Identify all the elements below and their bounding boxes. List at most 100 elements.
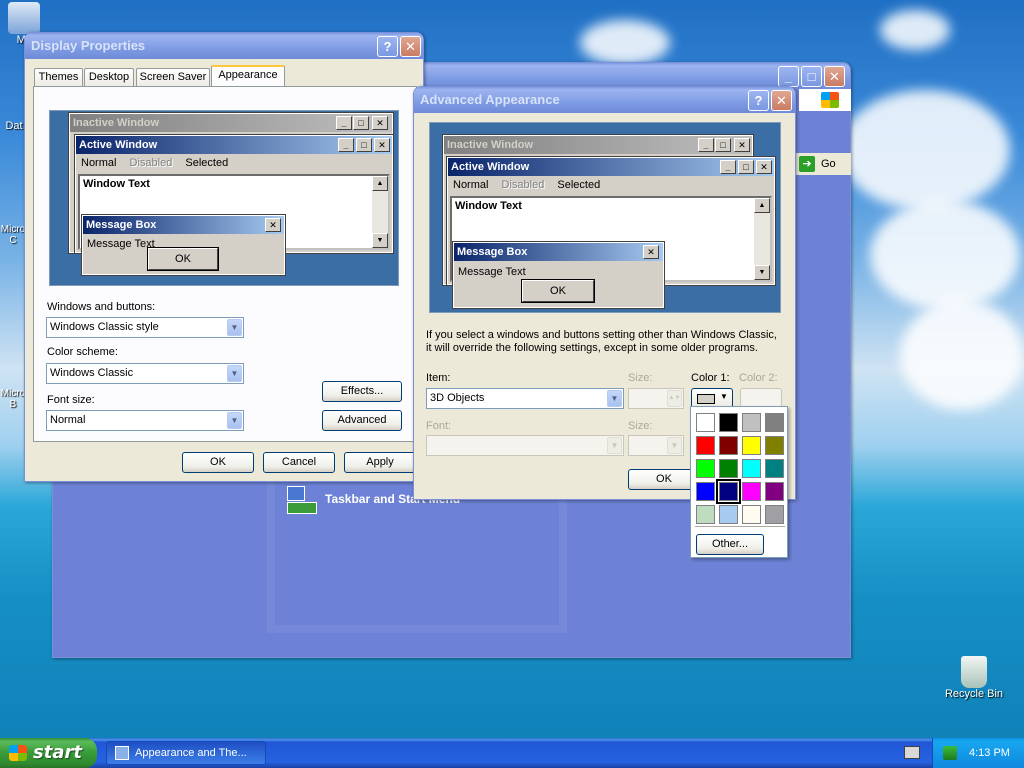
windows-logo-area (799, 89, 851, 111)
font-size-dropdown[interactable]: Normal ▼ (46, 410, 244, 431)
item-dropdown[interactable]: 3D Objects ▼ (426, 388, 624, 409)
desktop-icon-micro-c[interactable]: Micro C (0, 202, 26, 257)
cloud (900, 300, 1024, 410)
preview-message-box: Message Box ✕ Message Text OK (81, 214, 286, 276)
go-button[interactable]: ➔ Go (795, 153, 851, 175)
color-swatch[interactable] (719, 505, 738, 524)
color-swatch[interactable] (719, 436, 738, 455)
color-swatch[interactable] (696, 436, 715, 455)
color-swatch[interactable] (716, 479, 741, 504)
chevron-down-icon: ▼ (667, 437, 682, 454)
go-arrow-icon: ➔ (799, 156, 815, 172)
ok-button[interactable]: OK (182, 452, 254, 473)
font-size-label: Font size: (47, 394, 95, 406)
font-size-label: Size: (628, 420, 653, 432)
display-properties-window[interactable]: Display Properties ? ✕ Themes Desktop Sc… (24, 32, 424, 482)
effects-button[interactable]: Effects... (322, 381, 402, 402)
close-button[interactable]: ✕ (771, 90, 792, 111)
cloud (580, 20, 670, 65)
advanced-preview: Inactive Window _ □ ✕ Active Window _ □ … (429, 122, 781, 313)
maximize-button[interactable]: □ (801, 66, 822, 87)
info-text-line2: it will override the following settings,… (426, 342, 758, 354)
color-swatch[interactable] (742, 482, 761, 501)
cloud (880, 10, 950, 50)
windows-buttons-dropdown[interactable]: Windows Classic style ▼ (46, 317, 244, 338)
spinner-arrows-icon: ▲▼ (667, 390, 682, 407)
taskbar-button-label: Appearance and The... (135, 747, 247, 759)
desktop-icon-label: Micro C (0, 224, 26, 246)
close-button[interactable]: ✕ (400, 36, 421, 57)
tab-desktop[interactable]: Desktop (84, 68, 134, 86)
color-swatch[interactable] (765, 482, 784, 501)
window-title: Display Properties (31, 38, 146, 53)
color-swatch[interactable] (742, 459, 761, 478)
window-title: Advanced Appearance (420, 92, 560, 107)
tab-screen-saver[interactable]: Screen Saver (136, 68, 210, 86)
other-colors-button[interactable]: Other... (696, 534, 764, 555)
windows-buttons-label: Windows and buttons: (47, 301, 156, 313)
system-tray: 4:13 PM (932, 738, 1024, 768)
color-scheme-label: Color scheme: (47, 346, 118, 358)
item-label: Item: (426, 372, 451, 384)
advanced-button[interactable]: Advanced (322, 410, 402, 431)
color-swatch[interactable] (765, 413, 784, 432)
tab-themes[interactable]: Themes (34, 68, 83, 86)
computer-icon (8, 2, 40, 34)
minimize-button[interactable]: _ (778, 66, 799, 87)
font-label: Font: (426, 420, 452, 432)
start-label: start (33, 742, 82, 763)
chevron-down-icon: ▼ (607, 390, 622, 407)
color1-label: Color 1: (691, 372, 730, 384)
color-swatch[interactable] (719, 413, 738, 432)
size-spinner[interactable]: ▲▼ (628, 388, 684, 409)
clock[interactable]: 4:13 PM (969, 747, 1010, 759)
color-swatch[interactable] (696, 482, 715, 501)
advanced-appearance-titlebar[interactable]: Advanced Appearance ? ✕ (414, 87, 795, 113)
windows-logo-icon (821, 92, 839, 108)
color-swatch[interactable] (696, 505, 715, 524)
cloud (840, 90, 1010, 210)
chevron-down-icon: ▼ (227, 319, 242, 336)
size-label: Size: (628, 372, 653, 384)
color2-label: Color 2: (739, 372, 778, 384)
taskbar-button-appearance[interactable]: Appearance and The... (106, 741, 266, 765)
chevron-down-icon: ▼ (720, 392, 728, 401)
desktop-icon-label: Recycle Bin (944, 688, 1004, 700)
color-swatch[interactable] (742, 413, 761, 432)
desktop-icon-label: Dat (5, 120, 23, 132)
color-swatch[interactable] (742, 436, 761, 455)
desktop-icon-recycle-bin[interactable]: Recycle Bin (940, 656, 1008, 700)
color1-swatch (697, 394, 715, 404)
recycle-bin-icon (961, 656, 987, 688)
preview-inactive-title: Inactive Window _ □ ✕ (70, 114, 392, 132)
windows-flag-icon (9, 745, 27, 761)
close-button[interactable]: ✕ (824, 66, 845, 87)
help-button[interactable]: ? (748, 90, 769, 111)
desktop-icon-dat[interactable]: Dat (2, 120, 26, 132)
color-swatch[interactable] (719, 459, 738, 478)
preview-message-box: Message Box ✕ Message Text OK (452, 241, 665, 309)
chevron-down-icon: ▼ (607, 437, 622, 454)
color-swatch[interactable] (765, 436, 784, 455)
display-properties-titlebar[interactable]: Display Properties ? ✕ (25, 33, 423, 59)
apply-button[interactable]: Apply (344, 452, 416, 473)
font-size-dropdown[interactable]: ▼ (628, 435, 684, 456)
keyboard-icon[interactable] (904, 746, 920, 759)
color-swatch[interactable] (765, 505, 784, 524)
color-swatch[interactable] (765, 459, 784, 478)
tab-appearance[interactable]: Appearance (211, 65, 285, 86)
color-swatch[interactable] (742, 505, 761, 524)
color-picker-popup[interactable]: Other... (690, 406, 788, 558)
help-button[interactable]: ? (377, 36, 398, 57)
color-swatch[interactable] (696, 459, 715, 478)
cancel-button[interactable]: Cancel (263, 452, 335, 473)
desktop-icon-micro-b[interactable]: Micro B (0, 366, 26, 421)
divider (695, 526, 785, 527)
start-button[interactable]: start (0, 738, 97, 768)
preview-menu: Normal Disabled Selected (81, 157, 229, 169)
chevron-down-icon: ▼ (227, 412, 242, 429)
network-icon[interactable] (943, 746, 957, 760)
color-swatch[interactable] (696, 413, 715, 432)
color-scheme-dropdown[interactable]: Windows Classic ▼ (46, 363, 244, 384)
font-dropdown[interactable]: ▼ (426, 435, 624, 456)
